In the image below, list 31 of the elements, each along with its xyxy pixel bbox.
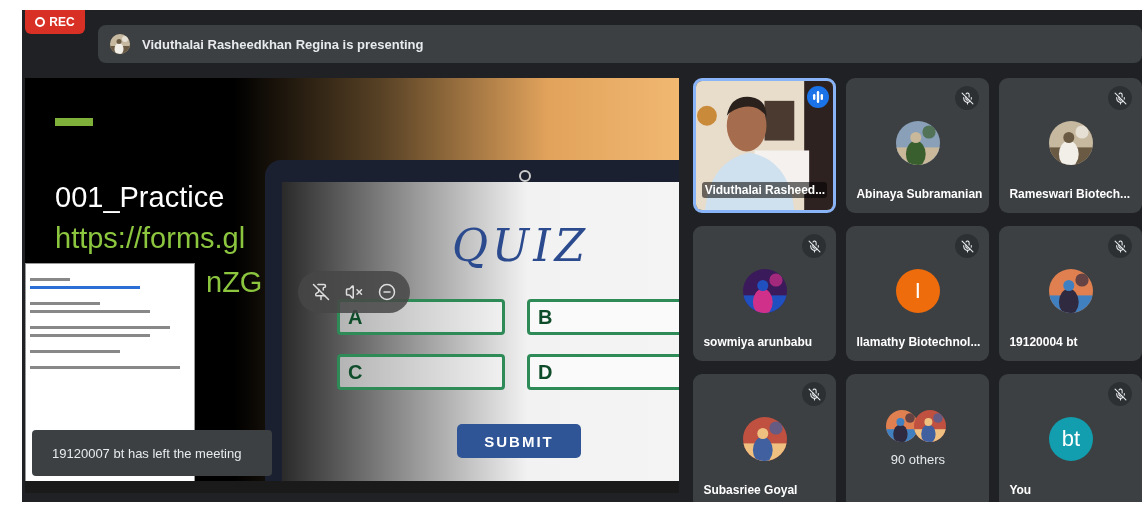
recording-badge: REC (25, 10, 85, 34)
mute-icon[interactable] (345, 283, 363, 301)
participant-name: 90 others (890, 452, 945, 467)
participant-tile[interactable]: Rameswari Biotech... (999, 78, 1142, 213)
quiz-title: QUIZ (452, 220, 590, 271)
participant-name: Rameswari Biotech... (1009, 187, 1131, 201)
avatar: bt (1048, 417, 1093, 461)
answer-option: D (527, 354, 680, 390)
participant-name: sowmiya arunbabu (703, 335, 813, 349)
participant-tile[interactable]: 19120004 bt (999, 226, 1142, 361)
remove-icon[interactable] (378, 283, 397, 301)
participant-tile[interactable]: Subasriee Goyal (693, 374, 837, 502)
toast-text: 19120007 bt has left the meeting (52, 445, 242, 461)
participant-tile[interactable]: bt You (999, 374, 1142, 502)
participant-name: Ilamathy Biotechnol... (856, 335, 981, 349)
avatar: I (895, 269, 940, 313)
submit-drawing: SUBMIT (457, 424, 581, 458)
slide-title: 001_Practice (55, 180, 225, 215)
banner-text: Viduthalai Rasheedkhan Regina is presenting (142, 36, 424, 52)
answer-option: C (337, 354, 505, 390)
participant-name: Subasriee Goyal (703, 483, 798, 497)
participant-name: You (1009, 483, 1032, 497)
participant-tile[interactable]: 90 others (846, 374, 990, 502)
participant-name: 19120004 bt (1009, 335, 1078, 349)
accent-bar (55, 118, 93, 126)
participant-tile[interactable]: Abinaya Subramanian (846, 78, 990, 213)
unpin-icon[interactable] (311, 283, 330, 301)
answer-option: B (527, 299, 680, 335)
participant-tile[interactable]: I Ilamathy Biotechnol... (846, 226, 990, 361)
participant-name: Abinaya Subramanian (856, 187, 983, 201)
participant-tile[interactable]: sowmiya arunbabu (693, 226, 837, 361)
